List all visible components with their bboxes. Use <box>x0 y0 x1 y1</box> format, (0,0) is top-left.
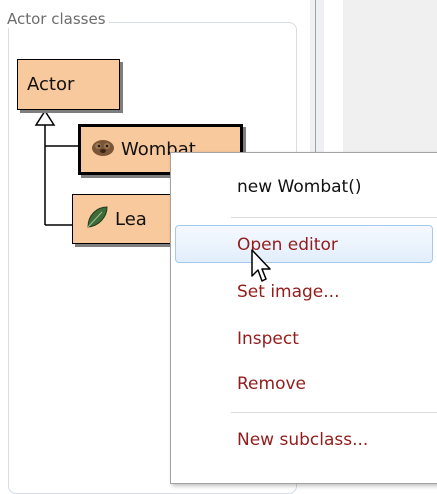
menu-separator <box>231 217 437 218</box>
right-panel-background <box>343 0 437 160</box>
class-actor-label: Actor <box>27 74 75 95</box>
leaf-icon <box>85 205 109 234</box>
menu-item-inspect[interactable]: Inspect <box>237 329 299 349</box>
context-menu: new Wombat() Open editor Set image... In… <box>170 152 437 484</box>
menu-item-new-subclass[interactable]: New subclass... <box>237 430 368 450</box>
wombat-icon <box>91 137 115 162</box>
class-actor[interactable]: Actor <box>17 59 120 110</box>
class-leaf-label: Lea <box>115 208 147 230</box>
mouse-pointer-icon <box>251 249 271 282</box>
menu-item-set-image[interactable]: Set image... <box>237 282 339 302</box>
menu-item-remove[interactable]: Remove <box>237 374 306 394</box>
menu-separator <box>231 412 437 413</box>
menu-item-new-wombat[interactable]: new Wombat() <box>237 177 361 197</box>
class-leaf[interactable]: Lea <box>72 194 182 244</box>
